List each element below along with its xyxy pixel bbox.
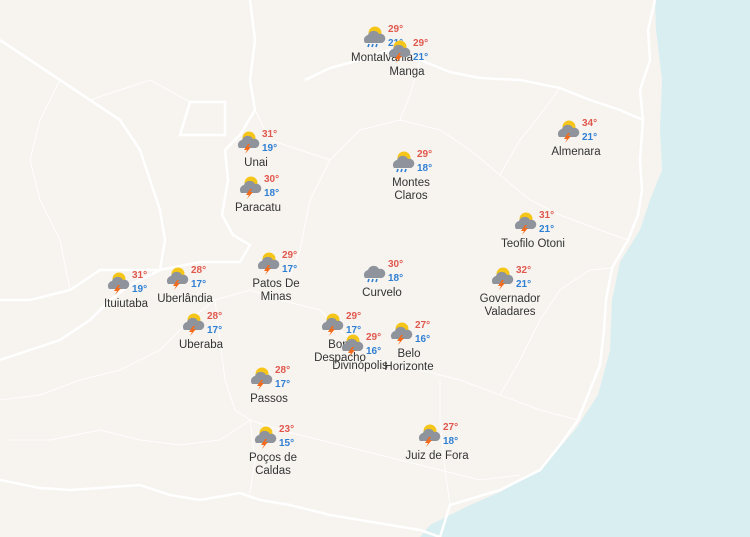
sun-cloud-storm-icon	[234, 129, 262, 154]
city-name: Montes Claros	[392, 177, 430, 202]
city-marker-belo-horizonte[interactable]: 27° 16° Belo Horizonte	[384, 320, 433, 373]
temp-max: 23°	[279, 424, 295, 435]
sun-cloud-storm-icon	[236, 174, 264, 199]
city-name: Uberaba	[178, 339, 224, 351]
temp-max: 29°	[417, 149, 433, 160]
city-marker-pocos-de-caldas[interactable]: 23° 15° Poços de Caldas	[249, 424, 297, 477]
city-marker-montalvania[interactable]: 29°21°Montalvânia	[351, 24, 413, 64]
temp-max: 29°	[346, 311, 362, 322]
city-marker-uberaba[interactable]: 28° 17° Uberaba	[179, 311, 223, 351]
temp-min: 17°	[207, 325, 223, 336]
temp-min: 19°	[262, 143, 278, 154]
temp-min: 18°	[443, 436, 459, 447]
sun-cloud-storm-icon	[179, 311, 207, 336]
city-marker-passos[interactable]: 28° 17° Passos	[250, 365, 290, 405]
city-name: Governador Valadares	[479, 293, 541, 318]
city-marker-manga[interactable]: 29° 21° Manga	[388, 38, 428, 78]
city-marker-governador-valadares[interactable]: 32° 21° Governador Valadares	[480, 265, 541, 318]
temp-max: 28°	[275, 365, 291, 376]
city-marker-juiz-de-fora[interactable]: 27° 18° Juiz de Fora	[405, 422, 468, 462]
temp-min: 16°	[415, 334, 431, 345]
temp-max: 32°	[516, 265, 532, 276]
temp-min: 18°	[264, 188, 280, 199]
sun-cloud-storm-icon	[488, 265, 516, 290]
temp-max: 31°	[539, 210, 555, 221]
temp-max: 29°	[366, 332, 382, 343]
sun-cloud-storm-icon	[415, 422, 443, 447]
city-name: Belo Horizonte	[384, 348, 434, 373]
temp-min: 18°	[417, 163, 433, 174]
temp-min: 21°	[539, 224, 555, 235]
city-marker-teofilo-otoni[interactable]: 31° 21° Teofilo Otoni	[501, 210, 565, 250]
city-marker-ituiutaba[interactable]: 31° 19° Ituiutaba	[104, 270, 148, 310]
temp-max: 29°	[282, 250, 298, 261]
temp-min: 18°	[388, 273, 404, 284]
sun-cloud-storm-icon	[251, 424, 279, 449]
temp-max: 31°	[132, 270, 148, 281]
sun-cloud-storm-icon	[163, 265, 191, 290]
temp-max: 31°	[262, 129, 278, 140]
city-marker-bom-despacho[interactable]: 29° 17° Bom Despacho	[314, 311, 366, 364]
temp-max: 29°	[413, 38, 429, 49]
city-name: Paracatu	[234, 202, 282, 214]
temp-max: 30°	[264, 174, 280, 185]
sun-cloud-storm-icon	[387, 320, 415, 345]
city-name: Juiz de Fora	[405, 450, 469, 462]
sun-cloud-storm-icon	[254, 250, 282, 275]
city-name: Curvelo	[362, 287, 402, 299]
city-name: Teofilo Otoni	[501, 238, 565, 250]
temp-min: 17°	[191, 279, 207, 290]
city-name: Manga	[389, 66, 425, 78]
sun-cloud-rain-icon	[389, 149, 417, 173]
cloud-rain-icon	[360, 259, 388, 283]
temp-max: 34°	[582, 118, 598, 129]
sun-cloud-storm-icon	[511, 210, 539, 235]
city-name: Unai	[244, 157, 268, 169]
temp-min: 17°	[275, 379, 291, 390]
city-marker-unai[interactable]: 31° 19° Unai	[237, 129, 277, 169]
city-name: Passos	[250, 393, 288, 405]
city-name: Uberlândia	[157, 293, 213, 305]
temp-min: 15°	[279, 438, 295, 449]
sun-cloud-rain-icon	[360, 24, 388, 48]
sun-cloud-storm-icon	[385, 38, 413, 63]
city-marker-patos-de-minas[interactable]: 29° 17° Patos De Minas	[252, 250, 299, 303]
sun-cloud-storm-icon	[247, 365, 275, 390]
temp-max: 29°	[388, 24, 404, 35]
city-marker-almenara[interactable]: 34° 21° Almenara	[551, 118, 600, 158]
city-marker-montes-claros[interactable]: 29° 18° Montes Claros	[392, 149, 432, 202]
city-name: Poços de Caldas	[249, 452, 297, 477]
temp-min: 21°	[413, 52, 429, 63]
city-marker-paracatu[interactable]: 30° 18° Paracatu	[235, 174, 281, 214]
temp-max: 27°	[415, 320, 431, 331]
temp-max: 30°	[388, 259, 404, 270]
sun-cloud-storm-icon	[104, 270, 132, 295]
weather-map[interactable]: 29°21°Montalvânia29°21°Manga34°21°Almena…	[0, 0, 750, 537]
city-marker-uberlandia[interactable]: 28° 17° Uberlândia	[157, 265, 213, 305]
sun-cloud-storm-icon	[554, 118, 582, 143]
city-name: Almenara	[551, 146, 601, 158]
temp-min: 21°	[582, 132, 598, 143]
temp-min: 21°	[516, 279, 532, 290]
temp-max: 28°	[207, 311, 223, 322]
temp-min: 17°	[282, 264, 298, 275]
temp-max: 28°	[191, 265, 207, 276]
city-marker-curvelo[interactable]: 30° 18° Curvelo	[362, 259, 403, 299]
temp-max: 27°	[443, 422, 459, 433]
